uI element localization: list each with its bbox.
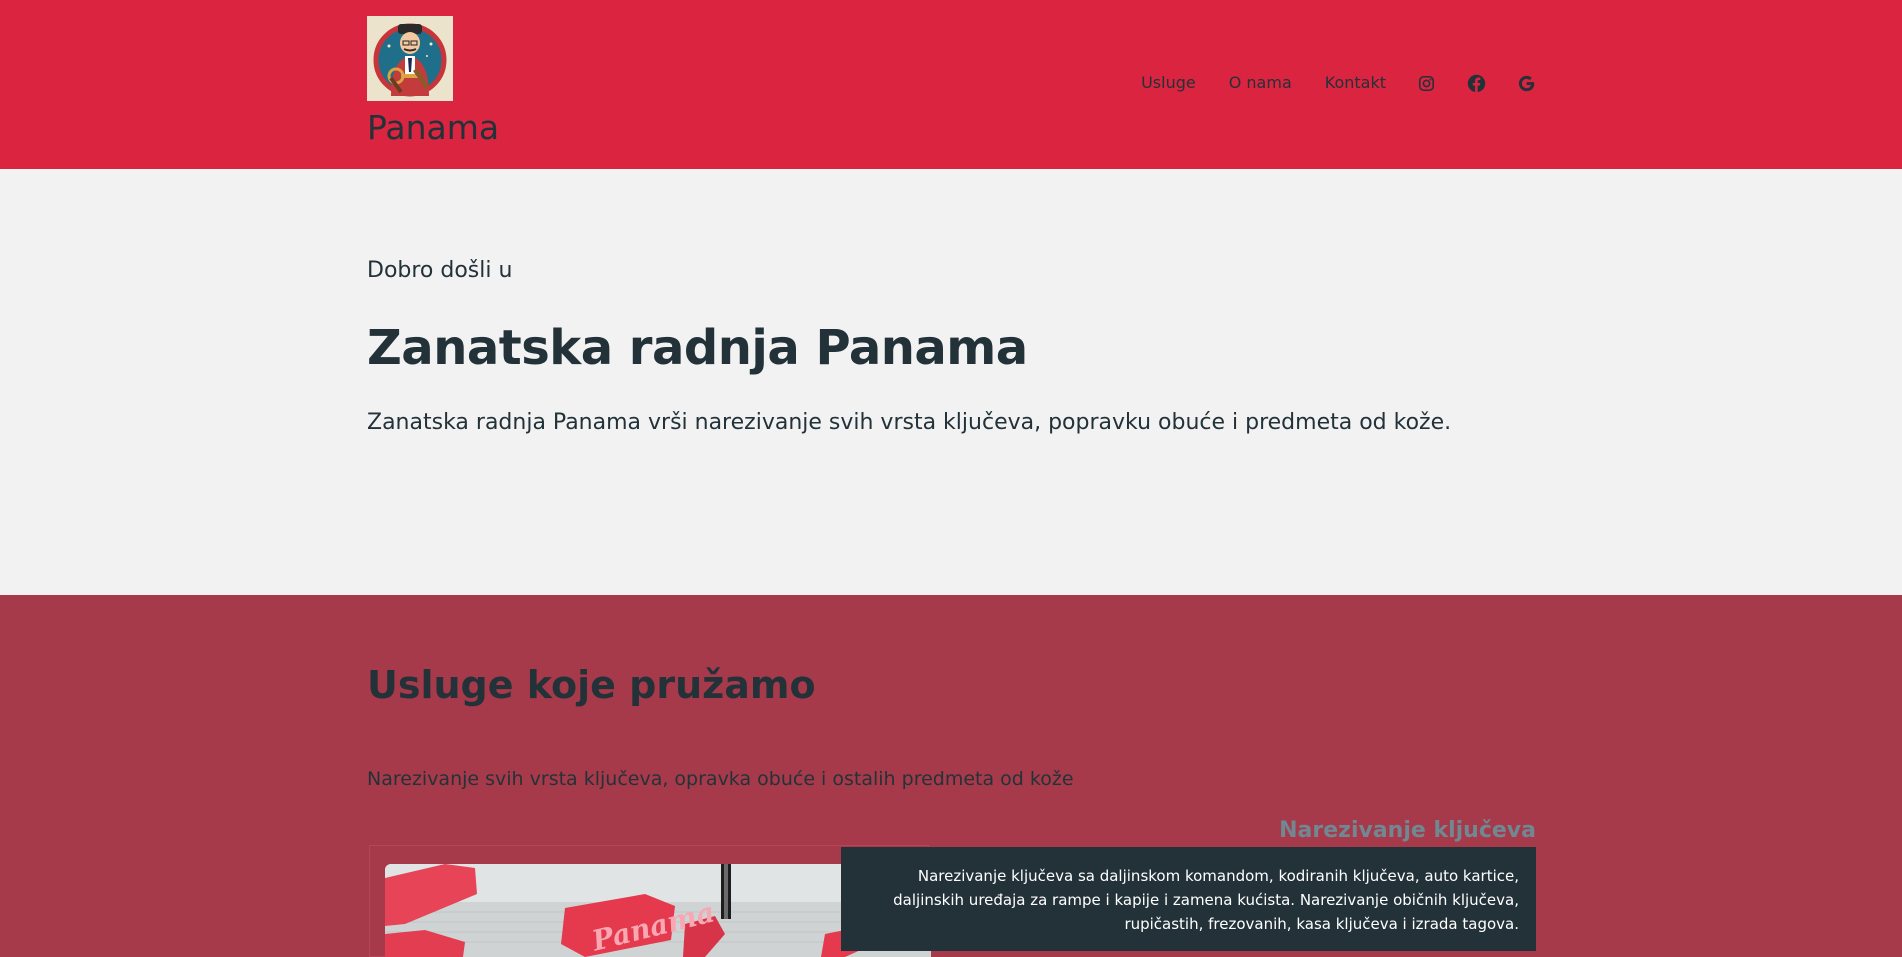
hero-section [0,169,1902,595]
service-card-description: Narezivanje ključeva sa daljinskom koman… [841,847,1536,951]
logo-image[interactable] [367,16,453,101]
instagram-icon[interactable] [1416,73,1436,93]
facebook-icon[interactable] [1466,73,1486,93]
hero-welcome: Dobro došli u [367,258,513,283]
site-header: Panama Usluge O nama Kontakt [0,0,1902,169]
service-card-title: Narezivanje ključeva [1279,818,1536,843]
nav-link-o-nama[interactable]: O nama [1229,71,1292,95]
google-icon[interactable] [1516,73,1536,93]
hero-title: Zanatska radnja Panama [367,320,1028,376]
nav-link-kontakt[interactable]: Kontakt [1325,71,1386,95]
site-brand-name[interactable]: Panama [367,109,499,146]
hero-description: Zanatska radnja Panama vrši narezivanje … [367,410,1452,435]
main-nav: Usluge O nama Kontakt [1108,71,1536,95]
services-title: Usluge koje pružamo [367,663,816,707]
nav-link-usluge[interactable]: Usluge [1141,71,1196,95]
services-subtitle: Narezivanje svih vrsta ključeva, opravka… [367,768,1074,790]
